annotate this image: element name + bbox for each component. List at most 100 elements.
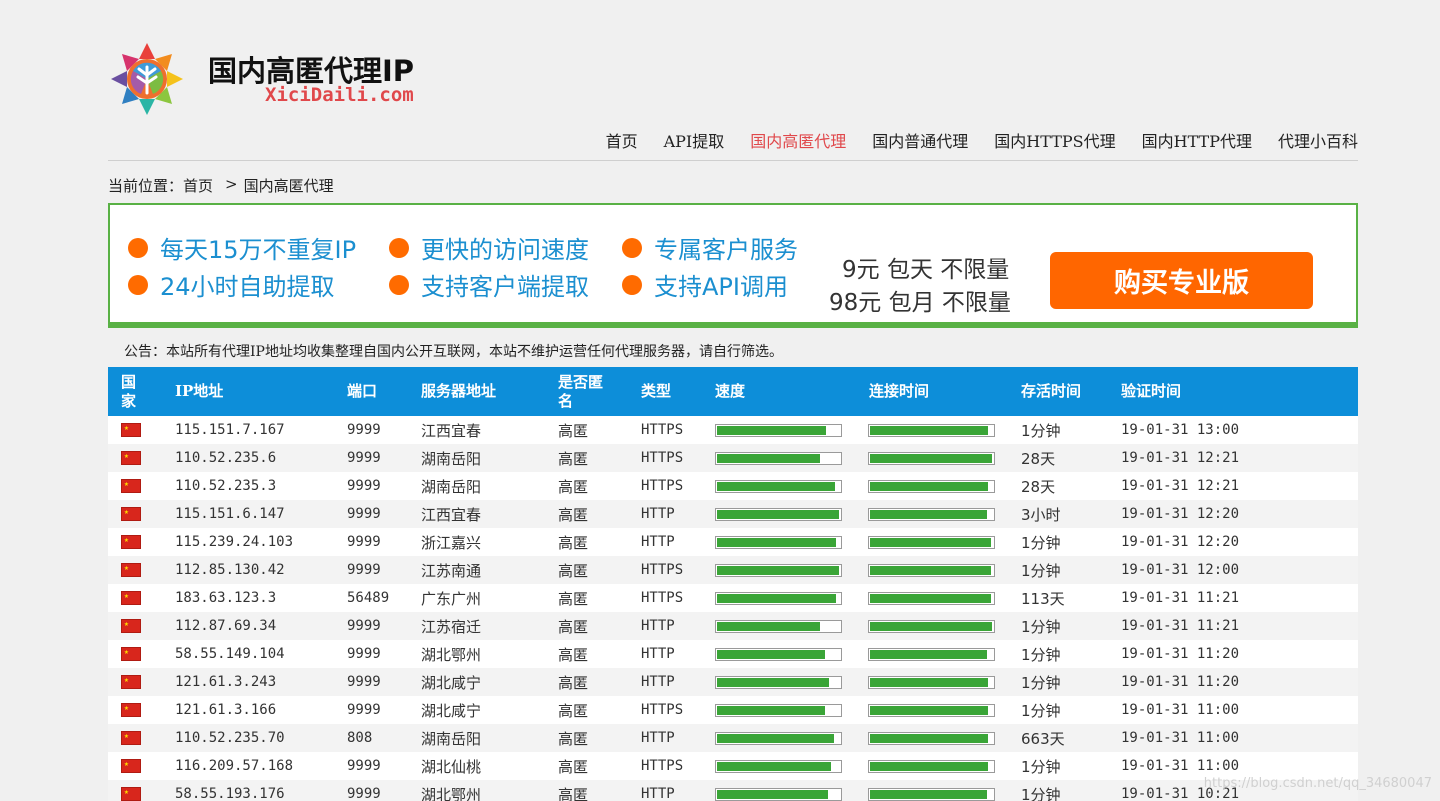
port-cell: 808 — [347, 730, 373, 746]
alive-cell: 28天 — [1021, 477, 1056, 496]
alive-cell: 663天 — [1021, 729, 1065, 748]
anon-cell: 高匿 — [558, 477, 589, 496]
connect-bar-fill — [870, 789, 987, 799]
country-flag-icon — [121, 472, 141, 500]
port-cell: 9999 — [347, 786, 381, 801]
feature-label: 每天15万不重复IP — [160, 236, 357, 264]
anon-cell: 高匿 — [558, 589, 589, 608]
country-flag-icon — [121, 640, 141, 668]
feature-item: 专属客户服务 — [622, 230, 798, 265]
anon-cell: 高匿 — [558, 617, 589, 636]
location-cell: 湖北鄂州 — [421, 645, 482, 664]
country-flag-icon — [121, 696, 141, 724]
port-cell: 9999 — [347, 702, 381, 718]
connect-bar-fill — [870, 593, 991, 603]
alive-cell: 1分钟 — [1021, 561, 1061, 580]
speed-bar-fill — [717, 481, 836, 491]
anon-cell: 高匿 — [558, 449, 589, 468]
speed-bar — [715, 640, 842, 668]
buy-pro-button[interactable]: 购买专业版 — [1050, 252, 1313, 309]
speed-bar — [715, 696, 842, 724]
speed-bar — [715, 528, 842, 556]
logo-icon[interactable] — [108, 40, 186, 118]
speed-bar — [715, 472, 842, 500]
breadcrumb-separator: > — [225, 175, 238, 193]
table-row: 110.52.235.70 808 湖南岳阳 高匿 HTTP 663天 19-01-31 1… — [108, 724, 1358, 752]
speed-bar — [715, 584, 842, 612]
bullet-icon — [389, 237, 409, 258]
speed-bar — [715, 444, 842, 472]
bullet-icon — [622, 237, 642, 258]
location-cell: 湖北咸宁 — [421, 673, 482, 692]
header-alive: 存活时间 — [1021, 382, 1082, 400]
anon-cell: 高匿 — [558, 701, 589, 720]
connect-bar — [868, 696, 995, 724]
speed-bar — [715, 780, 842, 801]
table-row: 110.52.235.6 9999 湖南岳阳 高匿 HTTPS 28天 19-01-31 1… — [108, 444, 1358, 472]
speed-bar-fill — [717, 593, 837, 603]
connect-bar — [868, 472, 995, 500]
port-cell: 9999 — [347, 534, 381, 550]
connect-bar-fill — [870, 761, 989, 771]
connect-bar-fill — [870, 649, 987, 659]
anon-cell: 高匿 — [558, 785, 589, 801]
connect-bar-fill — [870, 537, 991, 547]
type-cell: HTTP — [641, 674, 675, 690]
nav-item[interactable]: 首页 — [606, 128, 638, 152]
table-row: 116.209.57.1689999湖北仙桃高匿HTTPS1分钟19-01-31… — [108, 752, 1358, 780]
nav-item[interactable]: API提取 — [664, 128, 725, 152]
ip-cell: 110.52.235.70 — [175, 730, 285, 746]
feature-item: 24小时自助提取 — [128, 267, 335, 302]
alive-cell: 1分钟 — [1021, 533, 1061, 552]
country-flag-icon — [121, 444, 141, 472]
breadcrumb-current: 国内高匿代理 — [243, 177, 334, 195]
location-cell: 湖北咸宁 — [421, 701, 482, 720]
ip-cell: 115.151.6.147 — [175, 506, 285, 522]
price-month: 98元 包月 不限量 — [829, 290, 1011, 316]
table-row: 110.52.235.3 9999 湖南岳阳 高匿 HTTPS 28天 19-01-31 1… — [108, 472, 1358, 500]
connect-bar — [868, 724, 995, 752]
nav-item[interactable]: 国内HTTPS代理 — [994, 128, 1115, 152]
type-cell: HTTPS — [641, 590, 684, 606]
connect-bar — [868, 640, 995, 668]
ip-cell: 115.239.24.103 — [175, 534, 294, 550]
verified-cell: 19-01-31 11:21 — [1121, 590, 1240, 606]
connect-bar-fill — [870, 677, 989, 687]
location-cell: 湖南岳阳 — [421, 729, 482, 748]
nav-item[interactable]: 代理小百科 — [1278, 128, 1358, 152]
verified-cell: 19-01-31 11:21 — [1121, 618, 1240, 634]
anon-cell: 高匿 — [558, 533, 589, 552]
nav-item[interactable]: 国内HTTP代理 — [1142, 128, 1252, 152]
nav-divider — [108, 160, 1358, 161]
connect-bar — [868, 528, 995, 556]
country-flag-icon — [121, 668, 141, 696]
verified-cell: 19-01-31 11:00 — [1121, 702, 1240, 718]
header-connect: 连接时间 — [869, 382, 930, 400]
ip-cell: 110.52.235.6 — [175, 450, 277, 466]
nav-item[interactable]: 国内普通代理 — [872, 128, 968, 152]
header-anon: 是否匿名 — [558, 372, 604, 410]
country-flag-icon — [121, 500, 141, 528]
header-location: 服务器地址 — [421, 382, 497, 400]
breadcrumb-home-link[interactable]: 首页 — [183, 175, 213, 196]
speed-bar — [715, 416, 842, 444]
promo-banner[interactable]: 每天15万不重复IP 更快的访问速度 专属客户服务 24小时自助提取 支持客户端… — [108, 203, 1358, 328]
table-row: 112.85.130.42 9999 江苏南通 高匿 HTTPS 1分钟 19-01-31 … — [108, 556, 1358, 584]
speed-bar-fill — [717, 649, 826, 659]
price-day: 9元 包天 不限量 — [842, 257, 1010, 283]
table-row: 115.151.7.167 9999 江西宜春 高匿 HTTPS 1分钟 19-01-31 … — [108, 416, 1358, 444]
table-row: 183.63.123.3 56489 广东广州 高匿 HTTPS 113天 19-01-31… — [108, 584, 1358, 612]
connect-bar-fill — [870, 509, 987, 519]
nav-item[interactable]: 国内高匿代理 — [750, 128, 846, 152]
notice-text: 公告：本站所有代理IP地址均收集整理自国内公开互联网，本站不维护运营任何代理服务… — [124, 344, 783, 360]
header-port: 端口 — [347, 382, 378, 400]
location-cell: 湖北鄂州 — [421, 785, 482, 801]
bullet-icon — [128, 237, 148, 258]
verified-cell: 19-01-31 11:00 — [1121, 730, 1240, 746]
type-cell: HTTPS — [641, 478, 684, 494]
type-cell: HTTPS — [641, 450, 684, 466]
bullet-icon — [622, 274, 642, 295]
alive-cell: 1分钟 — [1021, 421, 1061, 440]
country-flag-icon — [121, 528, 141, 556]
verified-cell: 19-01-31 13:00 — [1121, 422, 1240, 438]
